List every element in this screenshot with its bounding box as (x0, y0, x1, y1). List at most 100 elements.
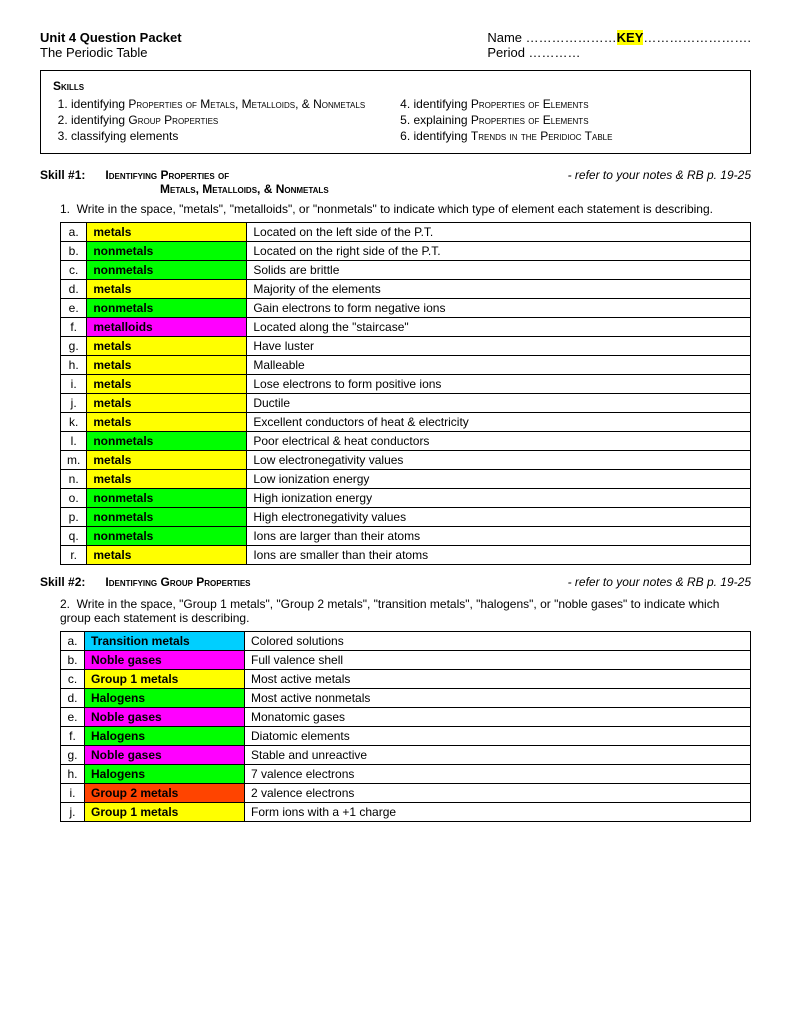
skill1-subtitle: Metals, Metalloids, & Nonmetals (160, 182, 329, 196)
row-description: High electronegativity values (247, 508, 751, 527)
row-description: Most active metals (245, 670, 751, 689)
table-row: q.nonmetalsIons are larger than their at… (61, 527, 751, 546)
skills-col-2: identifying Properties of Elements expla… (396, 97, 739, 145)
row-answer: metals (87, 280, 247, 299)
table-row: l.nonmetalsPoor electrical & heat conduc… (61, 432, 751, 451)
row-letter: q. (61, 527, 87, 546)
skill-item-1: identifying Properties of Metals, Metall… (71, 97, 396, 111)
skill2-label-block: Skill #2: Identifying Group Properties (40, 575, 251, 589)
skills-columns: identifying Properties of Metals, Metall… (53, 97, 738, 145)
row-letter: d. (61, 280, 87, 299)
row-answer: nonmetals (87, 432, 247, 451)
row-answer: Group 1 metals (85, 670, 245, 689)
table-row: c.nonmetalsSolids are brittle (61, 261, 751, 280)
row-description: Low electronegativity values (247, 451, 751, 470)
table-row: k.metalsExcellent conductors of heat & e… (61, 413, 751, 432)
skills-title: Skills (53, 79, 738, 93)
name-dots: ……………………. (643, 30, 751, 45)
row-description: Lose electrons to form positive ions (247, 375, 751, 394)
skill-item-2: identifying Group Properties (71, 113, 396, 127)
skill-item-3: classifying elements (71, 129, 396, 143)
row-answer: metals (87, 546, 247, 565)
row-description: Malleable (247, 356, 751, 375)
row-description: Most active nonmetals (245, 689, 751, 708)
table-row: g.metalsHave luster (61, 337, 751, 356)
row-letter: a. (61, 632, 85, 651)
row-description: Solids are brittle (247, 261, 751, 280)
row-description: Colored solutions (245, 632, 751, 651)
header-right: Name …………………KEY……………………. Period ………… (487, 30, 751, 60)
skill2-header-row: Skill #2: Identifying Group Properties -… (40, 575, 751, 589)
table-row: d.HalogensMost active nonmetals (61, 689, 751, 708)
row-letter: c. (61, 670, 85, 689)
skills-col-1: identifying Properties of Metals, Metall… (53, 97, 396, 145)
table-row: i.Group 2 metals2 valence electrons (61, 784, 751, 803)
header-left: Unit 4 Question Packet The Periodic Tabl… (40, 30, 182, 60)
table-row: j.metalsDuctile (61, 394, 751, 413)
skill-item-5: explaining Properties of Elements (414, 113, 739, 127)
row-letter: b. (61, 651, 85, 670)
skill1-header: Skill #1: Identifying Properties of - re… (40, 168, 751, 196)
skill1-ref: - refer to your notes & RB p. 19-25 (568, 168, 751, 182)
period-line: Period ………… (487, 45, 751, 60)
table-row: b.nonmetalsLocated on the right side of … (61, 242, 751, 261)
skill1-title-line2: Metals, Metalloids, & Nonmetals (40, 182, 751, 196)
row-answer: Noble gases (85, 708, 245, 727)
row-description: Poor electrical & heat conductors (247, 432, 751, 451)
skill-item-6: identifying Trends in the Peridioc Table (414, 129, 739, 143)
row-letter: h. (61, 356, 87, 375)
skill2-header: Skill #2: Identifying Group Properties -… (40, 575, 751, 589)
skill2-title: Identifying Group Properties (105, 575, 250, 589)
row-answer: Noble gases (85, 651, 245, 670)
row-answer: metals (87, 356, 247, 375)
row-description: Form ions with a +1 charge (245, 803, 751, 822)
skill1-title-line1: Identifying Properties of (105, 168, 229, 182)
row-description: Ions are larger than their atoms (247, 527, 751, 546)
row-letter: f. (61, 727, 85, 746)
row-letter: o. (61, 489, 87, 508)
row-answer: metals (87, 413, 247, 432)
row-description: 2 valence electrons (245, 784, 751, 803)
row-letter: d. (61, 689, 85, 708)
row-answer: metals (87, 394, 247, 413)
row-letter: j. (61, 803, 85, 822)
row-description: Full valence shell (245, 651, 751, 670)
table-row: g.Noble gasesStable and unreactive (61, 746, 751, 765)
row-letter: c. (61, 261, 87, 280)
key-text: KEY (617, 30, 644, 45)
row-description: Low ionization energy (247, 470, 751, 489)
skill2-label: Skill #2: (40, 575, 102, 589)
row-description: Gain electrons to form negative ions (247, 299, 751, 318)
row-answer: Halogens (85, 727, 245, 746)
table-row: f.HalogensDiatomic elements (61, 727, 751, 746)
row-letter: m. (61, 451, 87, 470)
row-answer: nonmetals (87, 527, 247, 546)
table-row: o.nonmetalsHigh ionization energy (61, 489, 751, 508)
table-row: d.metalsMajority of the elements (61, 280, 751, 299)
table-row: p.nonmetalsHigh electronegativity values (61, 508, 751, 527)
skills-list-1: identifying Properties of Metals, Metall… (71, 97, 396, 143)
row-letter: p. (61, 508, 87, 527)
row-letter: k. (61, 413, 87, 432)
skill2-ref: - refer to your notes & RB p. 19-25 (568, 575, 751, 589)
row-letter: l. (61, 432, 87, 451)
row-answer: metals (87, 337, 247, 356)
row-description: Located on the right side of the P.T. (247, 242, 751, 261)
table-row: j.Group 1 metalsForm ions with a +1 char… (61, 803, 751, 822)
row-letter: r. (61, 546, 87, 565)
row-answer: Halogens (85, 689, 245, 708)
row-letter: n. (61, 470, 87, 489)
row-letter: h. (61, 765, 85, 784)
row-answer: nonmetals (87, 261, 247, 280)
row-letter: a. (61, 223, 87, 242)
table-row: r.metalsIons are smaller than their atom… (61, 546, 751, 565)
row-letter: e. (61, 299, 87, 318)
row-answer: Group 2 metals (85, 784, 245, 803)
row-description: Majority of the elements (247, 280, 751, 299)
name-line: Name …………………KEY……………………. (487, 30, 751, 45)
row-letter: f. (61, 318, 87, 337)
row-answer: nonmetals (87, 299, 247, 318)
row-letter: i. (61, 784, 85, 803)
row-description: Located on the left side of the P.T. (247, 223, 751, 242)
row-answer: metals (87, 470, 247, 489)
